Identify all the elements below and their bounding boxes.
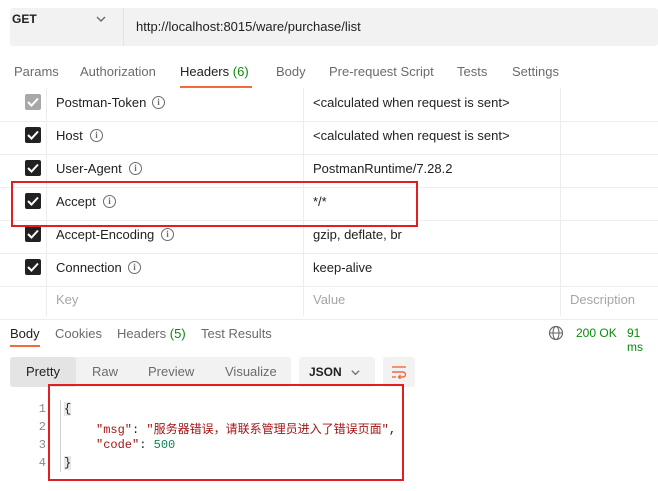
wrap-lines-icon bbox=[392, 366, 407, 379]
header-key: Postman-Token bbox=[56, 95, 147, 110]
method-label: GET bbox=[12, 12, 37, 26]
line-number: 1 bbox=[38, 402, 46, 416]
response-tab-headers-count: (5) bbox=[169, 326, 186, 341]
header-checkbox[interactable] bbox=[25, 226, 41, 242]
header-value[interactable]: gzip, deflate, br bbox=[313, 227, 402, 242]
description-placeholder[interactable]: Description bbox=[570, 292, 635, 307]
line-number: 2 bbox=[38, 420, 46, 434]
header-value[interactable]: keep-alive bbox=[313, 260, 372, 275]
response-time[interactable]: 91 ms bbox=[627, 326, 658, 354]
line-number: 3 bbox=[38, 438, 46, 452]
response-tab-body[interactable]: Body bbox=[10, 326, 40, 341]
info-icon[interactable]: i bbox=[128, 261, 141, 274]
response-tab-headers[interactable]: Headers (5) bbox=[117, 326, 186, 341]
tab-authorization[interactable]: Authorization bbox=[80, 64, 156, 79]
response-tab-cookies[interactable]: Cookies bbox=[55, 326, 102, 341]
header-value[interactable]: <calculated when request is sent> bbox=[313, 95, 510, 110]
header-checkbox[interactable] bbox=[25, 259, 41, 275]
active-tab-indicator bbox=[10, 345, 40, 347]
info-icon[interactable]: i bbox=[161, 228, 174, 241]
header-checkbox[interactable] bbox=[25, 127, 41, 143]
tab-settings[interactable]: Settings bbox=[512, 64, 559, 79]
response-tab-test-results[interactable]: Test Results bbox=[201, 326, 272, 341]
status-badge[interactable]: 200 OK bbox=[576, 326, 617, 340]
response-tab-headers-label: Headers bbox=[117, 326, 167, 341]
view-pretty-label: Pretty bbox=[26, 364, 60, 379]
chevron-down-icon[interactable] bbox=[95, 13, 107, 28]
view-preview-button[interactable]: Preview bbox=[148, 364, 194, 379]
tab-headers[interactable]: Headers (6) bbox=[180, 64, 249, 79]
chevron-down-icon bbox=[350, 366, 361, 381]
globe-icon[interactable] bbox=[548, 325, 564, 344]
format-label: JSON bbox=[309, 365, 342, 379]
tab-pre-request-script[interactable]: Pre-request Script bbox=[329, 64, 434, 79]
header-key: Accept-Encoding bbox=[56, 227, 155, 242]
view-visualize-button[interactable]: Visualize bbox=[225, 364, 277, 379]
header-checkbox[interactable] bbox=[25, 160, 41, 176]
header-key: User-Agent bbox=[56, 161, 122, 176]
tab-params[interactable]: Params bbox=[14, 64, 59, 79]
tab-body[interactable]: Body bbox=[276, 64, 306, 79]
header-checkbox[interactable] bbox=[25, 94, 41, 110]
tab-tests[interactable]: Tests bbox=[457, 64, 487, 79]
view-raw-button[interactable]: Raw bbox=[92, 364, 118, 379]
value-placeholder[interactable]: Value bbox=[313, 292, 345, 307]
header-key: Connection bbox=[56, 260, 122, 275]
key-placeholder[interactable]: Key bbox=[56, 292, 78, 307]
url-input[interactable]: http://localhost:8015/ware/purchase/list bbox=[136, 19, 361, 34]
tab-headers-label: Headers bbox=[180, 64, 230, 79]
header-value[interactable]: PostmanRuntime/7.28.2 bbox=[313, 161, 452, 176]
info-icon[interactable]: i bbox=[129, 162, 142, 175]
column-divider bbox=[560, 88, 561, 316]
header-key: Host bbox=[56, 128, 83, 143]
info-icon[interactable]: i bbox=[152, 96, 165, 109]
line-number: 4 bbox=[38, 456, 46, 470]
header-value[interactable]: <calculated when request is sent> bbox=[313, 128, 510, 143]
tab-headers-count: (6) bbox=[232, 64, 249, 79]
wrap-lines-button[interactable] bbox=[383, 357, 415, 387]
info-icon[interactable]: i bbox=[90, 129, 103, 142]
annotation-box bbox=[11, 181, 418, 227]
annotation-box bbox=[48, 384, 404, 481]
